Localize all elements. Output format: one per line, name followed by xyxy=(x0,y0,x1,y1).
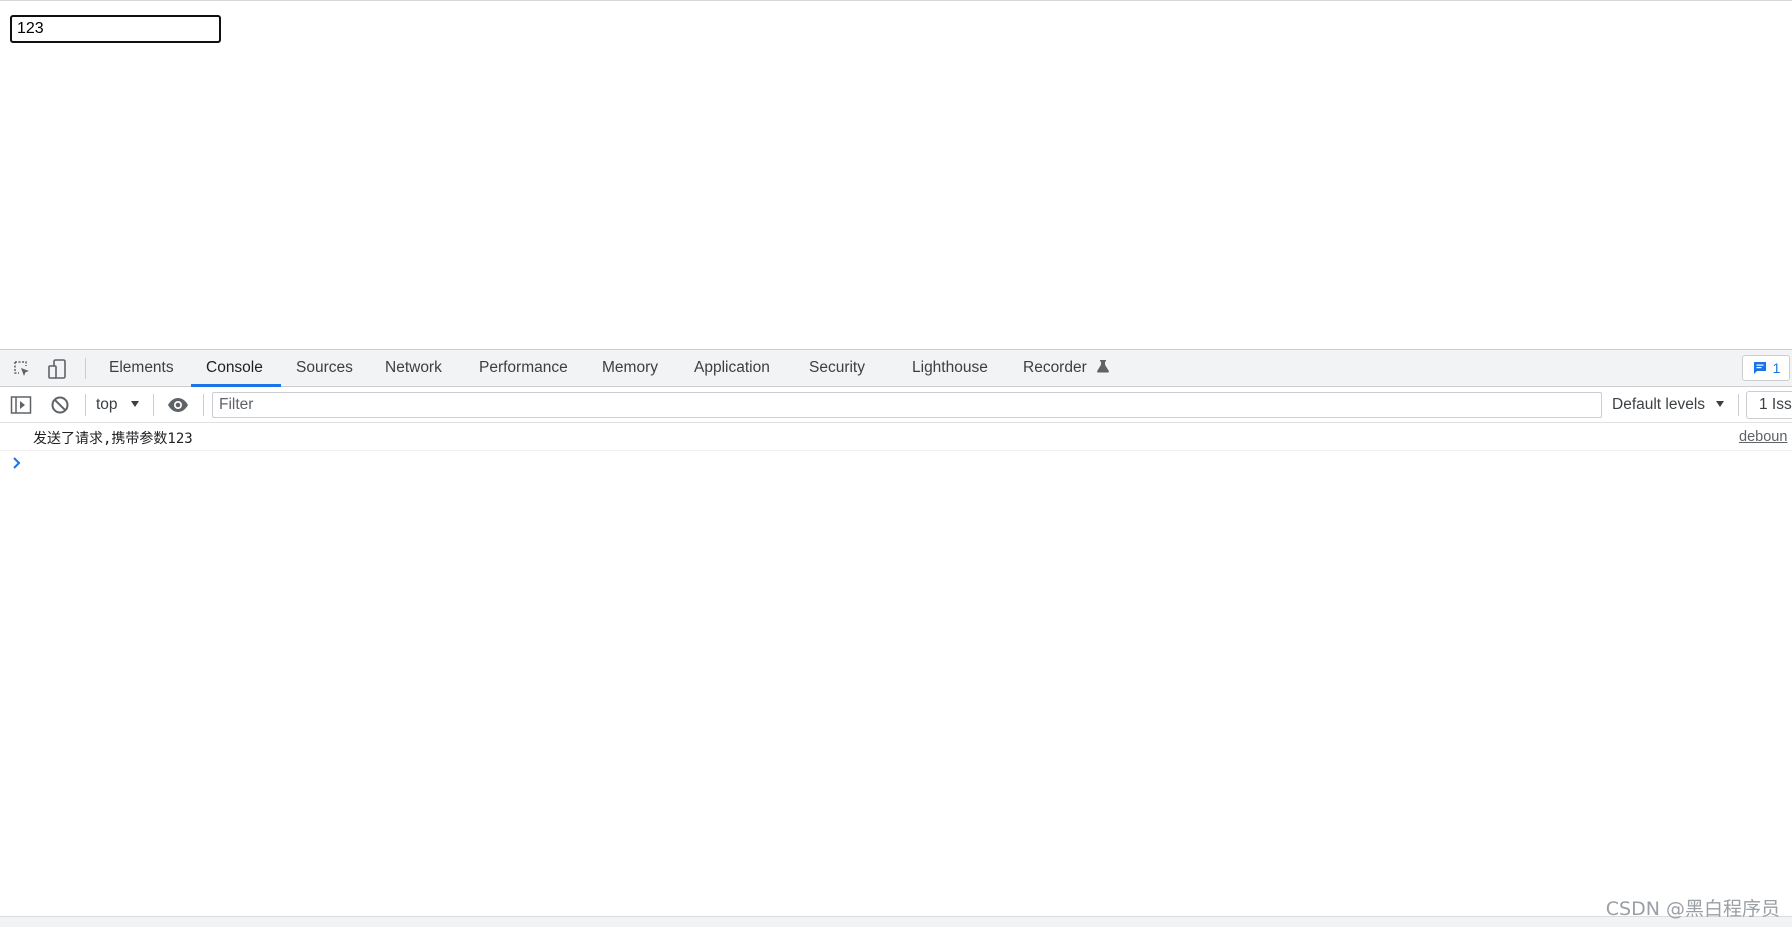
console-prompt[interactable] xyxy=(10,454,1790,476)
log-levels-dropdown[interactable]: Default levels xyxy=(1612,391,1725,419)
page-viewport xyxy=(0,0,1792,349)
flask-icon xyxy=(1097,360,1110,373)
issues-badge-count: 1 xyxy=(1772,360,1781,376)
clear-console-icon[interactable] xyxy=(48,393,72,417)
tab-network[interactable]: Network xyxy=(385,350,442,387)
inspect-element-icon[interactable] xyxy=(10,357,34,381)
log-levels-label: Default levels xyxy=(1612,396,1706,413)
devtools-tabbar: Elements Console Sources Network Perform… xyxy=(0,350,1792,387)
devtools-panel: Elements Console Sources Network Perform… xyxy=(0,349,1792,927)
issues-count-button[interactable]: 1 Iss xyxy=(1746,391,1792,419)
console-toolbar: top Default levels 1 Iss xyxy=(0,387,1792,423)
console-message-row: 发送了请求,携带参数123 deboun xyxy=(0,424,1792,451)
message-icon xyxy=(1753,362,1766,374)
toolbar-divider xyxy=(1738,394,1739,416)
tab-sources[interactable]: Sources xyxy=(296,350,353,387)
sidebar-toggle-icon[interactable] xyxy=(9,393,33,417)
tab-application[interactable]: Application xyxy=(694,350,770,387)
filter-input[interactable] xyxy=(212,392,1602,418)
page-text-input[interactable] xyxy=(10,15,221,43)
console-message-text: 发送了请求,携带参数123 xyxy=(33,431,193,447)
eye-icon[interactable] xyxy=(166,393,190,417)
tab-recorder-label: Recorder xyxy=(1023,359,1087,376)
tab-security[interactable]: Security xyxy=(809,350,865,387)
tab-console[interactable]: Console xyxy=(206,350,263,387)
tab-lighthouse[interactable]: Lighthouse xyxy=(912,350,988,387)
tab-elements[interactable]: Elements xyxy=(109,350,174,387)
tab-performance[interactable]: Performance xyxy=(479,350,568,387)
toolbar-divider xyxy=(85,394,86,416)
bottom-scrollbar xyxy=(0,916,1792,927)
device-toolbar-icon[interactable] xyxy=(46,357,70,381)
dropdown-arrow-icon xyxy=(1716,401,1725,407)
issues-badge-button[interactable]: 1 xyxy=(1742,355,1790,381)
tab-memory[interactable]: Memory xyxy=(602,350,658,387)
dropdown-arrow-icon xyxy=(130,401,139,407)
console-source-link[interactable]: deboun xyxy=(1739,429,1792,445)
watermark: CSDN @黑白程序员 xyxy=(1605,898,1780,920)
context-selector-value: top xyxy=(96,396,118,413)
tab-recorder[interactable]: Recorder xyxy=(1023,350,1110,387)
context-selector[interactable]: top xyxy=(96,391,140,419)
tabbar-divider xyxy=(85,358,86,379)
toolbar-divider xyxy=(153,394,154,416)
toolbar-divider xyxy=(203,394,204,416)
chevron-right-icon xyxy=(13,457,21,469)
